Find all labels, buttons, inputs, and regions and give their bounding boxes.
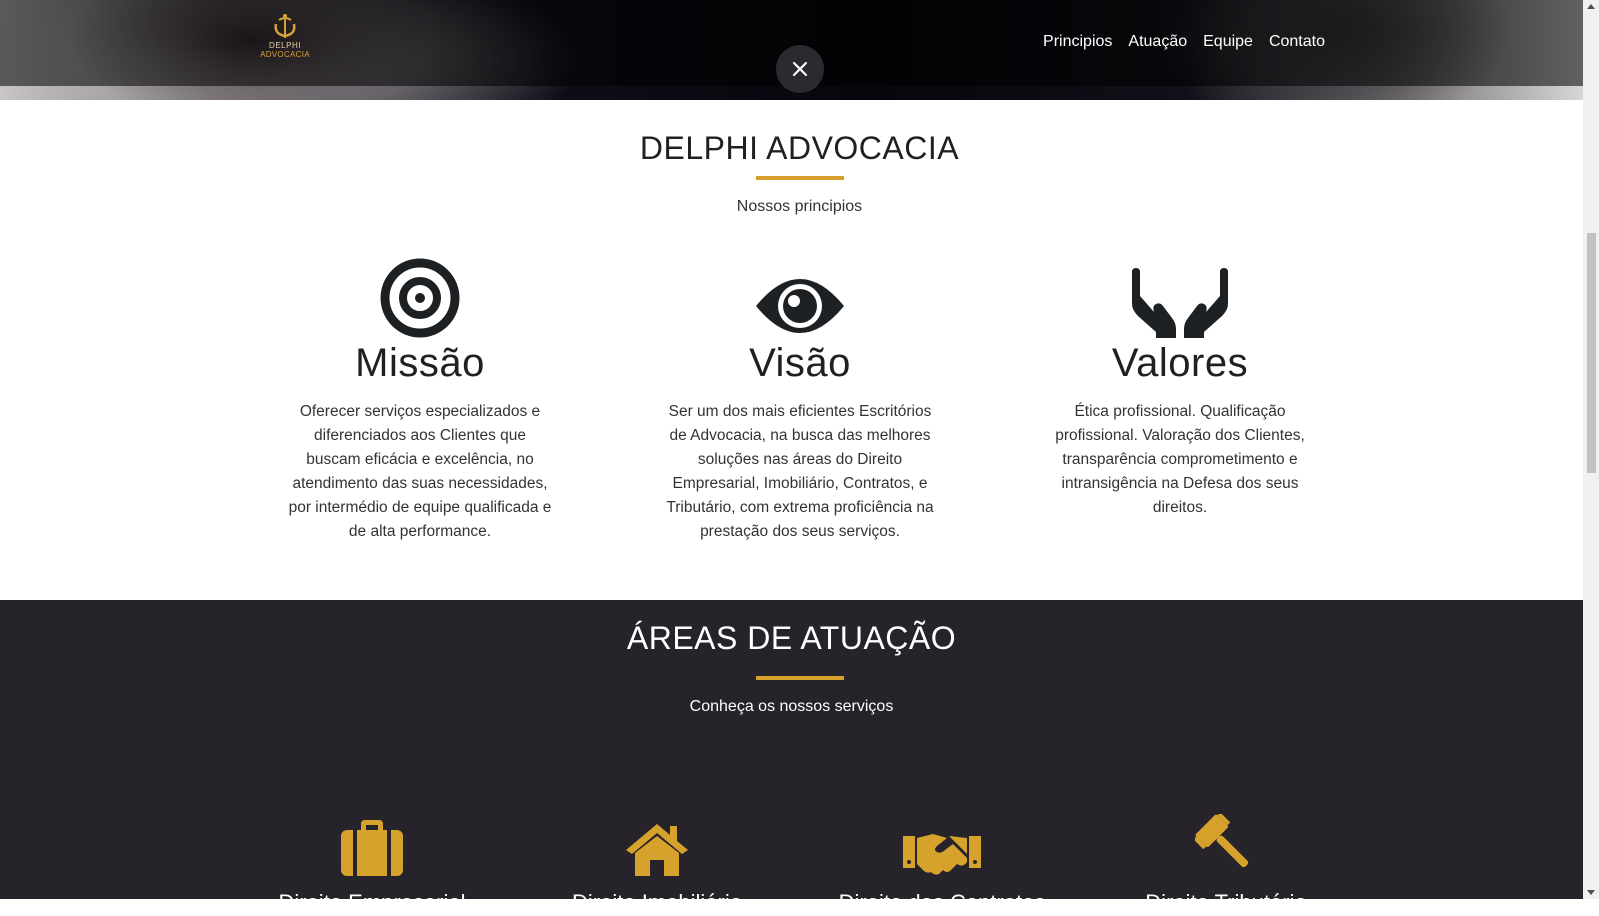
principle-valores: Valores Ética profissional. Qualificação…	[1045, 252, 1315, 520]
gavel-icon	[1195, 814, 1249, 868]
logo-text-advocacia: ADVOCACIA	[260, 50, 310, 59]
principle-visao: Visão Ser um dos mais eficientes Escritó…	[665, 252, 935, 544]
nav-principios[interactable]: Principios	[1043, 33, 1112, 51]
logo-text-delphi: DELPHI	[269, 41, 301, 50]
area-title: Direito dos Contratos	[838, 890, 1046, 915]
principles-title-underline	[756, 176, 844, 180]
nav-equipe[interactable]: Equipe	[1203, 33, 1253, 51]
principle-title: Missão	[355, 341, 485, 385]
scroll-up-arrow-icon[interactable]	[1587, 4, 1595, 9]
nav-contato[interactable]: Contato	[1269, 33, 1325, 51]
main-nav: Principios Atuação Equipe Contato	[1043, 33, 1325, 51]
area-imobiliario[interactable]: Direito Imobiliário	[537, 816, 777, 916]
logo-emblem-icon	[274, 14, 296, 38]
area-contratos[interactable]: Direito dos Contratos	[822, 816, 1062, 916]
area-title: Direito Empresarial	[278, 890, 466, 915]
eye-icon	[756, 279, 844, 333]
area-title: Direito Imobiliário	[572, 890, 742, 915]
hands-icon	[1132, 268, 1228, 338]
principle-text: Ser um dos mais eficientes Escritórios d…	[666, 403, 934, 540]
area-tributario[interactable]: Direito Tributário	[1106, 814, 1346, 916]
principle-missao: Missão Oferecer serviços especializados …	[285, 252, 555, 544]
areas-section: ÁREAS DE ATUAÇÃO Conheça os nossos servi…	[0, 600, 1583, 915]
scroll-down-arrow-icon[interactable]	[1587, 890, 1595, 895]
areas-title-underline	[756, 676, 844, 680]
logo[interactable]: DELPHI ADVOCACIA	[258, 12, 312, 70]
target-icon	[380, 258, 460, 338]
principles-title: DELPHI ADVOCACIA	[639, 130, 960, 166]
area-empresarial[interactable]: Direito Empresarial	[252, 816, 492, 916]
area-title: Direito Tributário	[1145, 890, 1307, 915]
principle-text: Ética profissional. Qualificação profiss…	[1055, 403, 1305, 516]
scrollbar-thumb[interactable]	[1587, 233, 1596, 473]
areas-subtitle: Conheça os nossos serviços	[689, 698, 894, 715]
home-icon	[626, 824, 688, 876]
page-scrollbar[interactable]	[1583, 0, 1599, 899]
principles-subtitle: Nossos principios	[736, 198, 863, 215]
principle-title: Valores	[1111, 341, 1249, 385]
close-button[interactable]	[776, 45, 824, 93]
handshake-icon	[903, 834, 981, 875]
nav-atuacao[interactable]: Atuação	[1128, 33, 1187, 51]
briefcase-icon	[341, 820, 403, 876]
areas-title: ÁREAS DE ATUAÇÃO	[626, 620, 957, 656]
close-icon	[792, 61, 808, 77]
principle-title: Visão	[749, 341, 851, 385]
principle-text: Oferecer serviços especializados e difer…	[288, 403, 552, 540]
